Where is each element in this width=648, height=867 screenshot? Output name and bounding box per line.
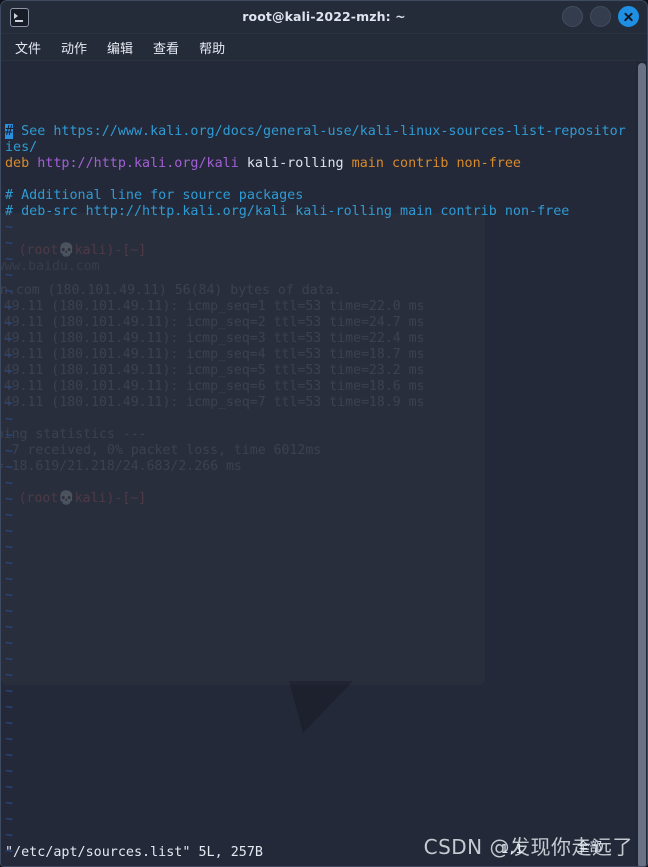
repo-url: http://http.kali.org/kali xyxy=(37,156,239,171)
menu-item-edit[interactable]: 编辑 xyxy=(103,37,137,58)
scrollbar-track[interactable] xyxy=(636,61,647,866)
buffer-line-1-wrap: ies/ xyxy=(5,140,38,155)
status-file-info: "/etc/apt/sources.list" 5L, 257B xyxy=(5,845,263,860)
minimize-button[interactable] xyxy=(562,6,583,27)
buffer-line-4: # Additional line for source packages xyxy=(5,188,304,203)
release-name: kali-rolling xyxy=(238,156,352,171)
window-controls xyxy=(562,6,639,27)
terminal-screen[interactable]: (root💀kali)-[~] ping www.baidu.comPING w… xyxy=(1,61,647,866)
menu-item-file[interactable]: 文件 xyxy=(11,37,45,58)
menu-bar: 文件 动作 编辑 查看 帮助 xyxy=(1,34,647,61)
close-button[interactable] xyxy=(618,6,639,27)
title-bar[interactable]: root@kali-2022-mzh: ~ xyxy=(1,1,647,34)
vim-buffer: # See https://www.kali.org/docs/general-… xyxy=(1,61,647,866)
window-title: root@kali-2022-mzh: ~ xyxy=(242,9,406,24)
deb-keyword: deb xyxy=(5,156,38,171)
status-view-indicator: 全部 xyxy=(577,839,603,854)
menu-item-help[interactable]: 帮助 xyxy=(195,37,229,58)
status-cursor-position: 1,1 xyxy=(501,842,523,856)
components: main contrib non-free xyxy=(351,156,521,171)
buffer-line-2: deb http://http.kali.org/kali kali-rolli… xyxy=(5,156,521,172)
buffer-line-1: # See https://www.kali.org/docs/general-… xyxy=(5,124,626,140)
menu-item-view[interactable]: 查看 xyxy=(149,37,183,58)
vim-status-line: "/etc/apt/sources.list" 5L, 257B 1,1 全部 xyxy=(5,839,645,862)
buffer-line-5: # deb-src http://http.kali.org/kali kali… xyxy=(5,204,570,219)
maximize-button[interactable] xyxy=(590,6,611,27)
menu-item-actions[interactable]: 动作 xyxy=(57,37,91,58)
terminal-window: root@kali-2022-mzh: ~ 文件 动作 编辑 查看 帮助 (ro… xyxy=(0,0,648,867)
buffer-line-1-text: See https://www.kali.org/docs/general-us… xyxy=(13,124,626,139)
vim-cursor: # xyxy=(5,124,14,139)
scrollbar-thumb[interactable] xyxy=(638,63,646,866)
